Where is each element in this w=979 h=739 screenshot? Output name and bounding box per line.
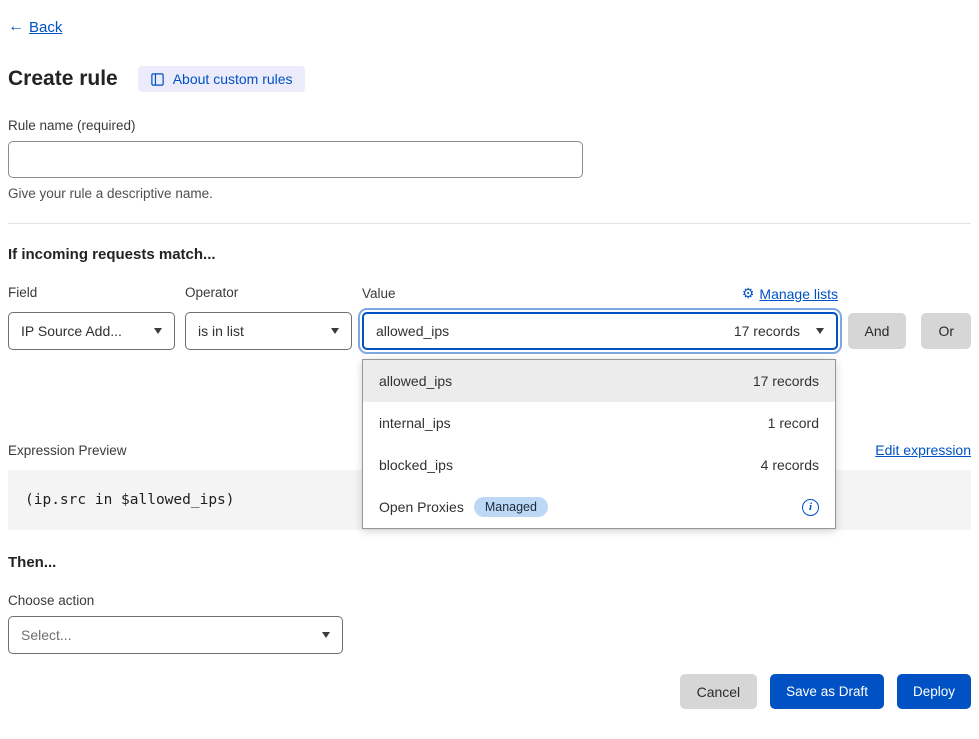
save-draft-button[interactable]: Save as Draft — [770, 674, 884, 709]
chevron-down-icon — [331, 328, 339, 334]
operator-column-label: Operator — [185, 285, 362, 302]
info-icon[interactable]: i — [802, 499, 819, 516]
list-option-name: Open Proxies — [379, 499, 464, 515]
list-option-allowed-ips[interactable]: allowed_ips 17 records — [363, 360, 835, 402]
chevron-down-icon — [322, 632, 330, 638]
rule-name-helper: Give your rule a descriptive name. — [8, 186, 971, 201]
expression-code: (ip.src in $allowed_ips) — [25, 492, 235, 508]
chevron-down-icon — [816, 328, 824, 334]
about-custom-rules-label: About custom rules — [173, 71, 293, 87]
manage-lists-label: Manage lists — [759, 286, 838, 302]
list-option-name: allowed_ips — [379, 373, 452, 389]
back-link[interactable]: ← Back — [8, 18, 62, 36]
rule-name-input[interactable] — [8, 141, 583, 178]
field-select[interactable]: IP Source Add... — [8, 312, 175, 350]
value-select[interactable]: allowed_ips 17 records — [362, 312, 838, 350]
field-column-label: Field — [8, 285, 185, 302]
cancel-button[interactable]: Cancel — [680, 674, 758, 709]
about-custom-rules-link[interactable]: About custom rules — [138, 66, 305, 92]
choose-action-label: Choose action — [8, 593, 971, 608]
match-heading: If incoming requests match... — [8, 246, 971, 263]
value-select-wrap: allowed_ips 17 records allowed_ips 17 re… — [362, 312, 838, 350]
section-divider — [8, 223, 971, 224]
action-select[interactable]: Select... — [8, 616, 343, 654]
value-column-label: Value — [362, 286, 396, 301]
back-arrow-icon: ← — [8, 18, 24, 36]
list-option-blocked-ips[interactable]: blocked_ips 4 records — [363, 444, 835, 486]
operator-select-value: is in list — [198, 323, 244, 339]
deploy-button[interactable]: Deploy — [897, 674, 971, 709]
title-row: Create rule About custom rules — [8, 66, 971, 92]
list-option-records: 1 record — [768, 415, 819, 431]
managed-badge: Managed — [474, 497, 548, 517]
gear-icon: ⚙ — [742, 285, 755, 302]
create-rule-page: ← Back Create rule About custom rules Ru… — [0, 0, 979, 709]
and-button[interactable]: And — [848, 313, 907, 349]
list-dropdown-menu: allowed_ips 17 records internal_ips 1 re… — [362, 359, 836, 529]
expression-preview-label: Expression Preview — [8, 443, 127, 458]
edit-expression-link[interactable]: Edit expression — [875, 442, 971, 458]
and-or-group: And Or — [848, 313, 971, 349]
chevron-down-icon — [154, 328, 162, 334]
book-icon — [150, 72, 165, 87]
then-heading: Then... — [8, 554, 971, 571]
list-option-name: internal_ips — [379, 415, 451, 431]
match-column-labels: Field Operator Value ⚙ Manage lists — [8, 285, 971, 302]
list-option-internal-ips[interactable]: internal_ips 1 record — [363, 402, 835, 444]
value-select-records: 17 records — [734, 323, 800, 339]
footer-actions: Cancel Save as Draft Deploy — [8, 674, 971, 709]
list-option-name: blocked_ips — [379, 457, 453, 473]
action-select-placeholder: Select... — [21, 627, 72, 643]
field-select-value: IP Source Add... — [21, 323, 122, 339]
value-select-value: allowed_ips — [376, 323, 449, 339]
page-title: Create rule — [8, 67, 118, 91]
match-condition-row: IP Source Add... is in list allowed_ips … — [8, 312, 971, 350]
manage-lists-link[interactable]: ⚙ Manage lists — [742, 285, 838, 302]
list-option-records: 4 records — [761, 457, 819, 473]
back-label: Back — [29, 19, 62, 36]
list-option-records: 17 records — [753, 373, 819, 389]
rule-name-label: Rule name (required) — [8, 118, 971, 133]
operator-select[interactable]: is in list — [185, 312, 352, 350]
or-button[interactable]: Or — [921, 313, 971, 349]
list-option-open-proxies[interactable]: Open Proxies Managed i — [363, 486, 835, 528]
